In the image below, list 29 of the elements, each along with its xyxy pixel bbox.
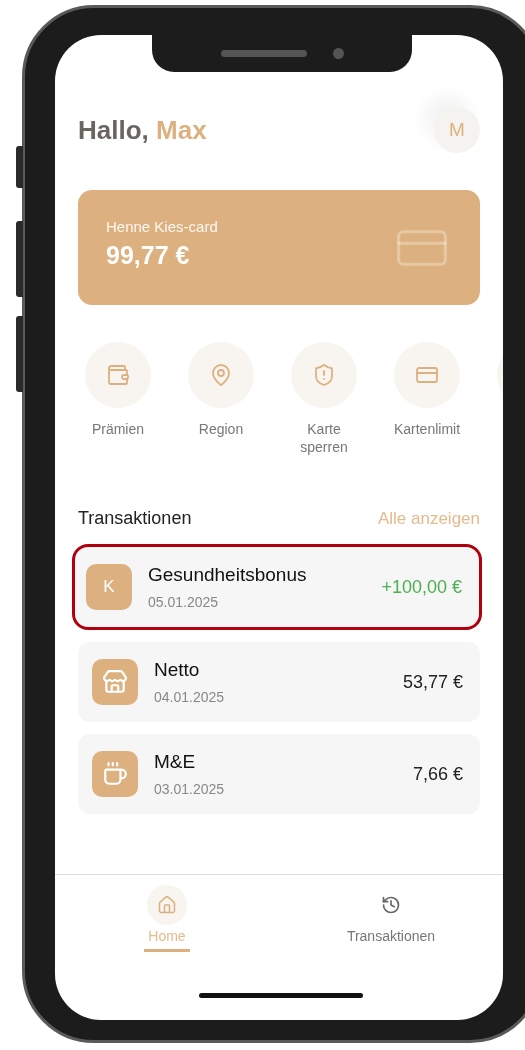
shield-alert-icon xyxy=(312,363,336,387)
transaction-name: Gesundheitsbonus xyxy=(148,564,308,587)
location-pin-icon xyxy=(209,363,233,387)
action-label: Karte sperren xyxy=(299,420,349,457)
transaction-date: 05.01.2025 xyxy=(148,594,220,611)
action-label: Prämien xyxy=(90,420,146,439)
wallet-icon xyxy=(106,363,130,387)
home-icon xyxy=(157,895,177,915)
transaction-date: 03.01.2025 xyxy=(154,781,226,798)
cup-icon xyxy=(102,761,128,788)
history-icon xyxy=(381,895,401,915)
transaction-row[interactable]: K Gesundheitsbonus 05.01.2025 +100,00 € xyxy=(72,544,482,631)
transaction-row[interactable]: Netto 04.01.2025 53,77 € xyxy=(78,642,480,723)
transaction-amount: +100,00 € xyxy=(381,576,462,598)
nav-tab[interactable]: Transaktionen xyxy=(279,875,503,955)
store-icon xyxy=(102,669,128,696)
card-balance: 99,77 € xyxy=(106,240,191,270)
greeting: Hallo, Max xyxy=(78,114,207,146)
action-label: Kartenlimit xyxy=(392,420,462,439)
initial-tile: K xyxy=(86,564,132,611)
transaction-amount: 53,77 € xyxy=(402,671,463,693)
action-label: Region xyxy=(197,420,245,439)
transaction-row[interactable]: M&E 03.01.2025 7,66 € xyxy=(78,734,480,815)
transaction-name: Netto xyxy=(154,659,201,682)
transaction-amount: 7,66 € xyxy=(412,763,463,785)
transaction-date: 04.01.2025 xyxy=(154,689,226,706)
section-title: Transaktionen xyxy=(78,508,192,530)
transaction-name: M&E xyxy=(154,751,197,774)
card-title: Henne Kies-card xyxy=(106,217,218,235)
